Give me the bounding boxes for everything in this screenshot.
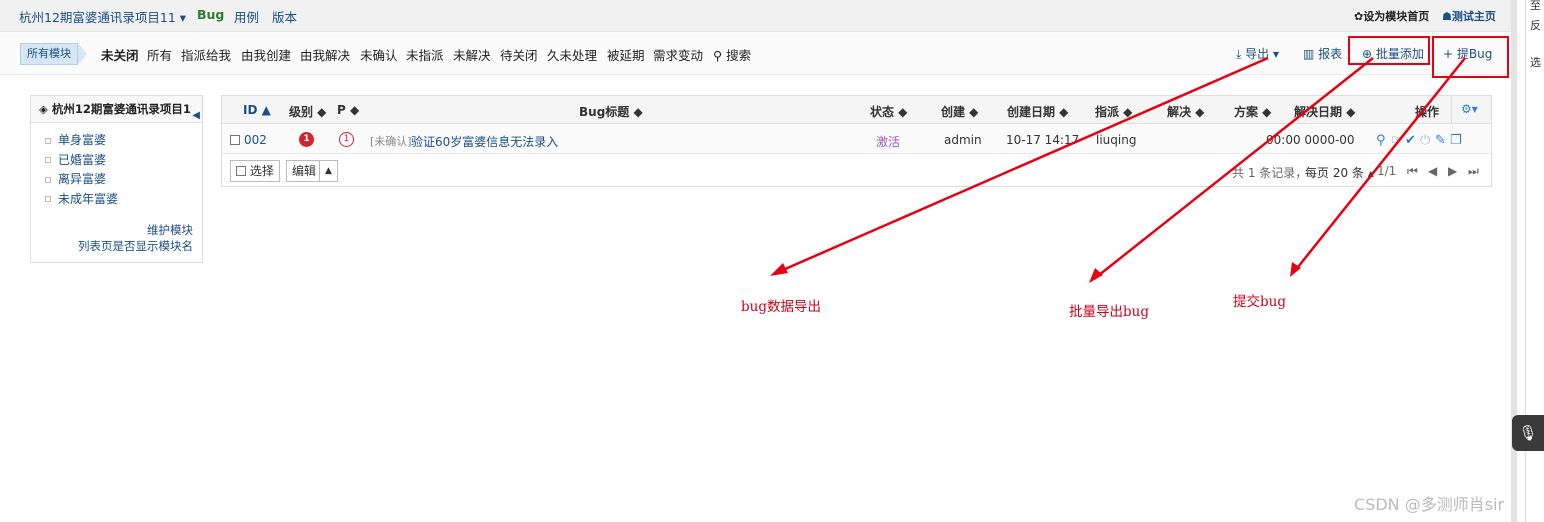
arrowhead-export	[770, 263, 788, 276]
side-char: 至	[1530, 0, 1541, 12]
watermark: CSDN @多测师肖sir	[1354, 495, 1505, 514]
side-char: 选	[1530, 56, 1541, 69]
microphone-icon: 🎙	[1518, 424, 1538, 442]
arrow-export	[775, 56, 1269, 275]
arrow-submit	[1293, 57, 1466, 273]
annotation-arrows	[770, 56, 1466, 283]
arrow-batch	[1093, 57, 1374, 280]
side-char: 反	[1530, 19, 1541, 32]
arrowhead-batch	[1089, 268, 1103, 283]
microphone-button[interactable]: 🎙	[1512, 415, 1544, 451]
